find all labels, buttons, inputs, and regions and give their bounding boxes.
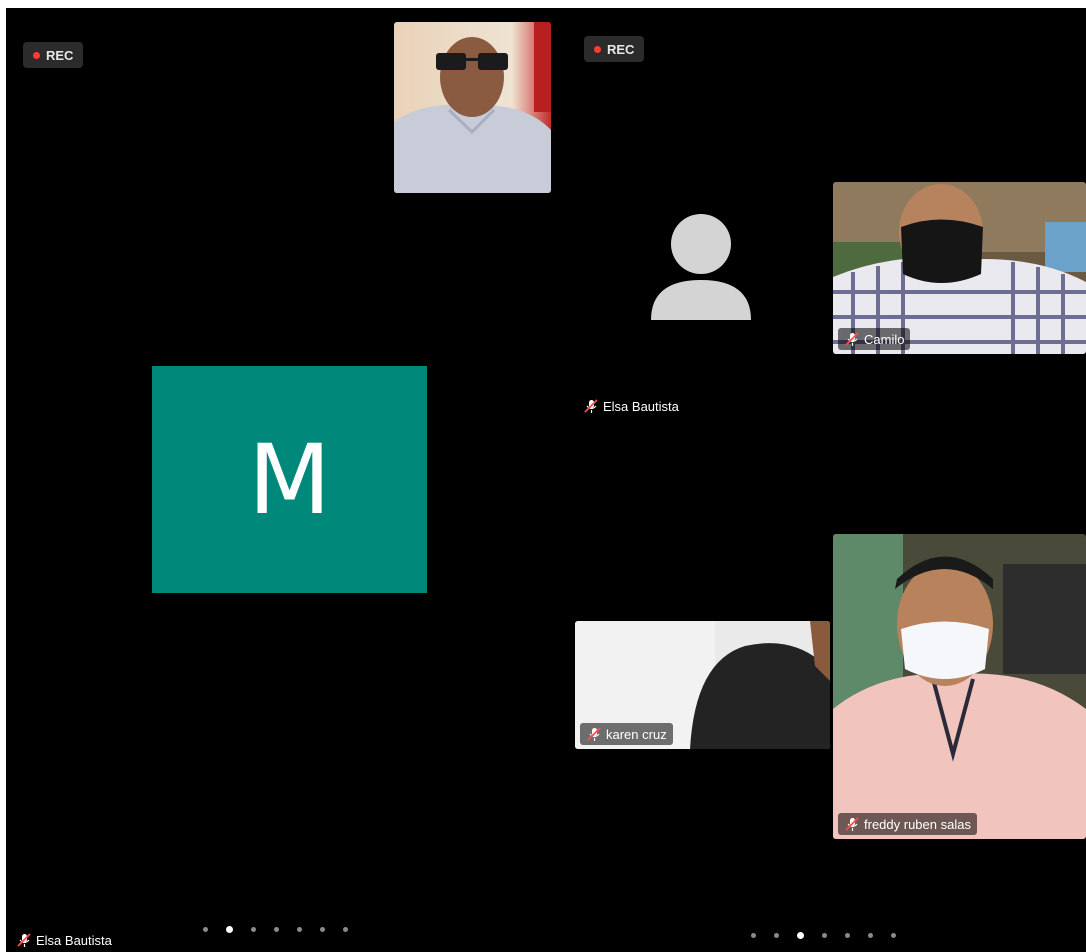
page-dot[interactable] bbox=[343, 927, 348, 932]
mic-off-icon bbox=[845, 332, 859, 346]
page-dot[interactable] bbox=[868, 933, 873, 938]
rec-label: REC bbox=[607, 41, 635, 57]
rec-badge: REC bbox=[584, 36, 645, 62]
participant-video-icon bbox=[833, 534, 1086, 839]
participant-name: freddy ruben salas bbox=[864, 816, 971, 832]
participant-name-tag: Camilo bbox=[838, 328, 911, 350]
rec-badge: REC bbox=[23, 42, 84, 68]
participant-name-tag: karen cruz bbox=[580, 723, 673, 745]
page-dot[interactable] bbox=[891, 933, 896, 938]
page-dot[interactable] bbox=[320, 927, 325, 932]
right-meeting-pane: REC Elsa Bautista Camilo karen cruz fred… bbox=[573, 8, 1086, 952]
rec-label: REC bbox=[46, 47, 74, 63]
rec-dot-icon bbox=[594, 45, 601, 53]
participant-video-tile[interactable]: Camilo bbox=[833, 182, 1086, 354]
page-dot-active[interactable] bbox=[226, 926, 233, 933]
participant-video-tile[interactable]: freddy ruben salas bbox=[833, 534, 1086, 839]
participant-video-tile[interactable] bbox=[394, 22, 551, 193]
page-dot[interactable] bbox=[251, 927, 256, 932]
mic-off-icon bbox=[845, 817, 859, 831]
active-speaker-label: Elsa Bautista bbox=[16, 932, 112, 948]
page-dot[interactable] bbox=[751, 933, 756, 938]
left-meeting-pane: REC M Elsa Bautista bbox=[6, 8, 573, 952]
page-dot[interactable] bbox=[203, 927, 208, 932]
active-speaker-name: Elsa Bautista bbox=[36, 932, 112, 948]
page-dot[interactable] bbox=[297, 927, 302, 932]
participant-name-tag: Elsa Bautista bbox=[583, 398, 679, 414]
page-dot[interactable] bbox=[774, 933, 779, 938]
rec-dot-icon bbox=[33, 51, 40, 59]
participant-video-tile[interactable]: karen cruz bbox=[575, 621, 830, 749]
participant-name-tag: freddy ruben salas bbox=[838, 813, 977, 835]
participant-name: karen cruz bbox=[606, 726, 667, 742]
page-dot[interactable] bbox=[274, 927, 279, 932]
user-placeholder-icon bbox=[651, 214, 751, 320]
page-dot[interactable] bbox=[822, 933, 827, 938]
mic-off-icon bbox=[17, 933, 31, 947]
page-indicator[interactable] bbox=[203, 926, 348, 933]
participant-video-icon bbox=[394, 22, 551, 193]
avatar-letter: M bbox=[248, 423, 331, 536]
mic-off-icon bbox=[587, 727, 601, 741]
page-dot[interactable] bbox=[845, 933, 850, 938]
participant-name: Camilo bbox=[864, 331, 905, 347]
page-indicator[interactable] bbox=[751, 932, 896, 939]
participant-avatar-tile[interactable]: M bbox=[152, 366, 427, 593]
participant-name: Elsa Bautista bbox=[603, 398, 679, 414]
page-dot-active[interactable] bbox=[797, 932, 804, 939]
mic-off-icon bbox=[584, 399, 598, 413]
